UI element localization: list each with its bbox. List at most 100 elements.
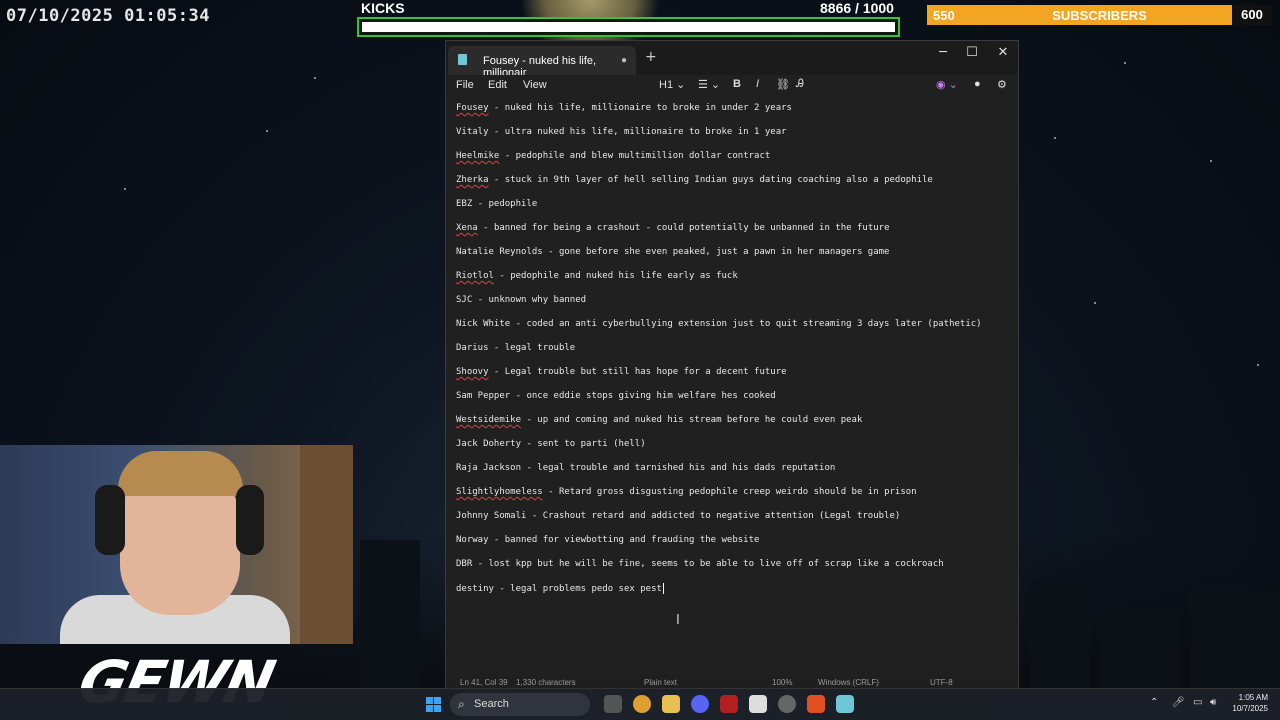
new-tab-button[interactable]: +: [645, 49, 657, 65]
encoding: UTF-8: [930, 678, 953, 687]
webcam-door: [300, 445, 353, 644]
app-icon[interactable]: [720, 695, 738, 713]
spellcheck-word: Xena: [456, 223, 478, 233]
network-icon[interactable]: ▭: [1193, 697, 1202, 708]
line-text: Natalie Reynolds - gone before she even …: [456, 247, 890, 257]
start-windows-icon[interactable]: [426, 697, 441, 712]
subs-goal: 600: [1232, 5, 1272, 25]
text-line[interactable]: Vitaly - ultra nuked his life, millionai…: [456, 127, 787, 137]
file-explorer-icon[interactable]: [662, 695, 680, 713]
text-format: Plain text: [644, 678, 677, 687]
spellcheck-word: Riotlol: [456, 271, 494, 281]
zoom-level: 100%: [772, 678, 793, 687]
taskbar-clock[interactable]: 1:05 AM 10/7/2025: [1232, 692, 1268, 714]
menu-edit[interactable]: Edit: [488, 79, 507, 91]
subscriber-goal-bar: 550 SUBSCRIBERS 600: [927, 5, 1272, 25]
tab-document[interactable]: Fousey - nuked his life, millionair ●: [448, 46, 636, 79]
text-line[interactable]: Natalie Reynolds - gone before she even …: [456, 247, 889, 257]
kicks-progress-bar: [357, 17, 900, 37]
taskbar-time: 1:05 AM: [1238, 693, 1268, 702]
text-line[interactable]: Xena - banned for being a crashout - cou…: [456, 223, 890, 233]
brave-icon[interactable]: [807, 695, 825, 713]
notepad-taskbar-icon[interactable]: [836, 695, 854, 713]
text-line[interactable]: Riotlol - pedophile and nuked his life e…: [456, 271, 738, 281]
minimize-icon[interactable]: ─: [928, 45, 958, 60]
spellcheck-word: Heelmike: [456, 151, 500, 161]
text-line[interactable]: Jack Doherty - sent to parti (hell): [456, 439, 646, 449]
text-line[interactable]: destiny - legal problems pedo sex pest: [456, 583, 664, 594]
spellcheck-word: Slightlyhomeless: [456, 487, 543, 497]
clear-format-icon[interactable]: Ꭿ: [796, 78, 804, 91]
text-line[interactable]: Shoovy - Legal trouble but still has hop…: [456, 367, 787, 377]
settings-gear-icon[interactable]: ⚙: [997, 78, 1007, 91]
line-text: - Legal trouble but still has hope for a…: [488, 367, 787, 377]
text-line[interactable]: Nick White - coded an anti cyberbullying…: [456, 319, 982, 329]
text-line[interactable]: EBZ - pedophile: [456, 199, 537, 209]
text-line[interactable]: Westsidemike - up and coming and nuked h…: [456, 415, 862, 425]
bold-button[interactable]: B: [733, 78, 741, 90]
discord-icon[interactable]: [691, 695, 709, 713]
heading-label: H1: [659, 79, 674, 91]
subs-label: SUBSCRIBERS: [1052, 8, 1147, 23]
text-line[interactable]: Zherka - stuck in 9th layer of hell sell…: [456, 175, 933, 185]
text-line[interactable]: SJC - unknown why banned: [456, 295, 586, 305]
line-ending: Windows (CRLF): [818, 678, 879, 687]
text-caret: [662, 583, 664, 594]
list-icon[interactable]: ☰ ⌄: [698, 78, 720, 91]
webcam-hair: [118, 451, 243, 496]
text-line[interactable]: Norway - banned for viewbotting and frau…: [456, 535, 759, 545]
settings-app-icon[interactable]: [778, 695, 796, 713]
text-line[interactable]: Slightlyhomeless - Retard gross disgusti…: [456, 487, 917, 497]
spellcheck-word: Westsidemike: [456, 415, 522, 425]
line-text: Raja Jackson - legal trouble and tarnish…: [456, 463, 836, 473]
line-text: - pedophile and nuked his life early as …: [493, 271, 738, 281]
text-line[interactable]: Raja Jackson - legal trouble and tarnish…: [456, 463, 835, 473]
maximize-icon[interactable]: ☐: [957, 45, 987, 60]
text-line[interactable]: Johnny Somali - Crashout retard and addi…: [456, 511, 900, 521]
text-line[interactable]: Darius - legal trouble: [456, 343, 575, 353]
unsaved-dot-icon[interactable]: ●: [621, 55, 627, 66]
text-line[interactable]: DBR - lost kpp but he will be fine, seem…: [456, 559, 944, 569]
stream-datetime: 07/10/2025 01:05:34: [6, 6, 210, 26]
line-text: - Retard gross disgusting pedophile cree…: [542, 487, 917, 497]
line-text: Darius - legal trouble: [456, 343, 576, 353]
line-text: Nick White - coded an anti cyberbullying…: [456, 319, 982, 329]
microphone-icon[interactable]: 🎤︎: [1172, 697, 1185, 708]
menu-bar: File Edit View H1 ⌄ ☰ ⌄ B I ⛓ Ꭿ ◉ ⌄ ● ⚙: [446, 75, 1018, 97]
cursor-position: Ln 41, Col 39: [460, 678, 508, 687]
kicks-progress-fill: [362, 22, 895, 32]
close-icon[interactable]: ✕: [988, 45, 1018, 60]
text-line[interactable]: Sam Pepper - once eddie stops giving him…: [456, 391, 776, 401]
search-icon: ⌕: [458, 697, 465, 711]
line-text: Sam Pepper - once eddie stops giving him…: [456, 391, 776, 401]
character-count: 1,330 characters: [516, 678, 576, 687]
text-line[interactable]: Heelmike - pedophile and blew multimilli…: [456, 151, 770, 161]
menu-view[interactable]: View: [523, 79, 547, 91]
link-icon[interactable]: ⛓: [776, 78, 790, 91]
mouse-ibeam-cursor: I: [676, 613, 680, 628]
chrome-icon[interactable]: [633, 695, 651, 713]
text-line[interactable]: Fousey - nuked his life, millionaire to …: [456, 103, 792, 113]
headphone-left: [95, 485, 125, 555]
taskbar-search[interactable]: ⌕ Search: [450, 693, 590, 716]
line-text: destiny - legal problems pedo sex pest: [456, 584, 662, 594]
text-editor[interactable]: Fousey - nuked his life, millionaire to …: [446, 99, 1018, 675]
line-text: Jack Doherty - sent to parti (hell): [456, 439, 646, 449]
account-icon[interactable]: ●: [974, 78, 981, 90]
notepad-icon: [458, 54, 467, 65]
volume-icon[interactable]: 🔊︎: [1210, 697, 1216, 708]
tray-chevron-icon[interactable]: ⌃: [1150, 697, 1158, 708]
italic-button[interactable]: I: [756, 78, 759, 90]
notepad-window: Fousey - nuked his life, millionair ● + …: [445, 40, 1019, 690]
line-text: - pedophile and blew multimillion dollar…: [499, 151, 771, 161]
task-view-icon[interactable]: [604, 695, 622, 713]
document-app-icon[interactable]: [749, 695, 767, 713]
heading-dropdown[interactable]: H1 ⌄: [659, 78, 685, 91]
status-bar: Ln 41, Col 39 1,330 characters Plain tex…: [446, 675, 1018, 689]
building: [1100, 610, 1180, 690]
copilot-icon[interactable]: ◉ ⌄: [936, 78, 958, 91]
line-text: Norway - banned for viewbotting and frau…: [456, 535, 760, 545]
menu-file[interactable]: File: [456, 79, 474, 91]
line-text: EBZ - pedophile: [456, 199, 538, 209]
line-text: - banned for being a crashout - could po…: [477, 223, 890, 233]
